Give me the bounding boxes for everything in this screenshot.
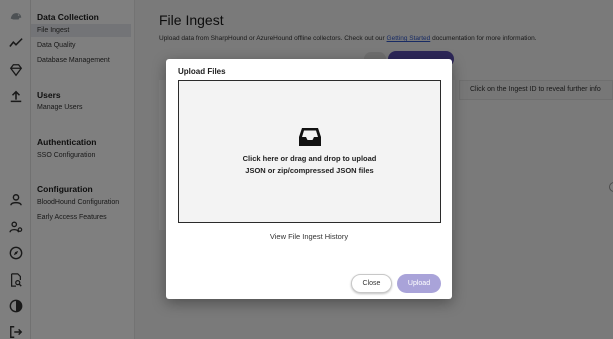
upload-button[interactable]: Upload	[397, 274, 441, 293]
close-button[interactable]: Close	[351, 274, 392, 293]
file-dropzone[interactable]: Click here or drag and drop to upload JS…	[178, 80, 441, 223]
dropzone-instruction: Click here or drag and drop to upload	[242, 154, 377, 163]
view-ingest-history-link[interactable]: View File Ingest History	[166, 232, 452, 241]
inbox-tray-icon	[298, 126, 322, 148]
dialog-title: Upload Files	[178, 67, 226, 76]
upload-files-dialog: Upload Files Click here or drag and drop…	[166, 59, 452, 299]
dropzone-file-types: JSON or zip/compressed JSON files	[245, 166, 374, 175]
